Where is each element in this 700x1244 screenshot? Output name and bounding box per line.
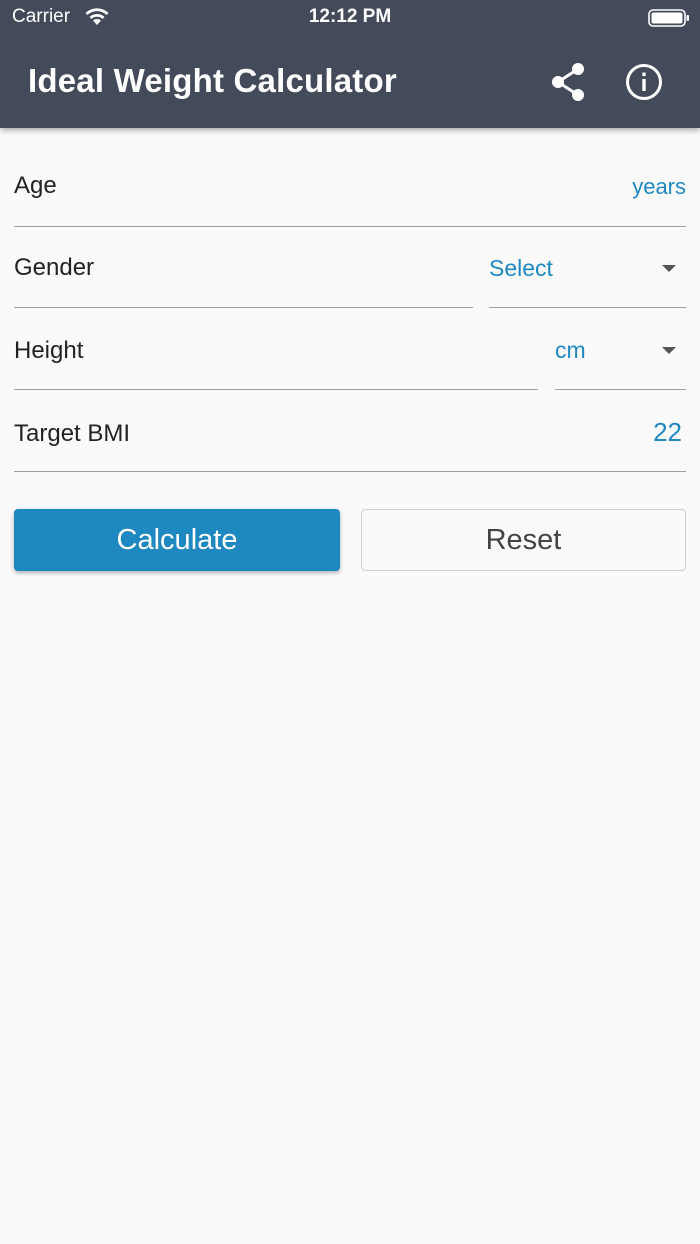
height-unit-value: cm	[555, 337, 586, 363]
reset-button[interactable]: Reset	[361, 509, 686, 571]
gender-dropdown[interactable]: Select	[489, 228, 686, 308]
info-icon	[626, 64, 662, 100]
target-bmi-value: 22	[653, 417, 682, 447]
dropdown-arrow-icon	[662, 347, 676, 354]
app-bar: Carrier 12:12 PM Ideal Weight Calculator	[0, 0, 700, 128]
battery-icon	[648, 9, 689, 27]
share-icon	[552, 63, 584, 101]
height-field[interactable]: Height	[14, 310, 538, 390]
gender-label: Gender	[14, 254, 95, 281]
gender-dropdown-value: Select	[489, 255, 553, 281]
status-time: 12:12 PM	[308, 6, 392, 27]
calculate-button[interactable]: Calculate	[14, 509, 340, 571]
age-suffix: years	[632, 174, 686, 199]
height-label: Height	[14, 337, 84, 364]
height-unit-dropdown[interactable]: cm	[555, 310, 686, 390]
age-label: Age	[14, 172, 57, 199]
dropdown-arrow-icon	[662, 265, 676, 272]
info-button[interactable]	[622, 60, 666, 104]
gender-field[interactable]: Gender	[14, 228, 473, 308]
status-bar: Carrier 12:12 PM	[0, 0, 700, 36]
target-bmi-field[interactable]: Target BMI 22	[14, 392, 686, 472]
target-bmi-label: Target BMI	[14, 420, 131, 447]
share-button[interactable]	[548, 60, 588, 104]
page-title: Ideal Weight Calculator	[28, 62, 397, 99]
age-field[interactable]: Age years	[14, 146, 686, 227]
